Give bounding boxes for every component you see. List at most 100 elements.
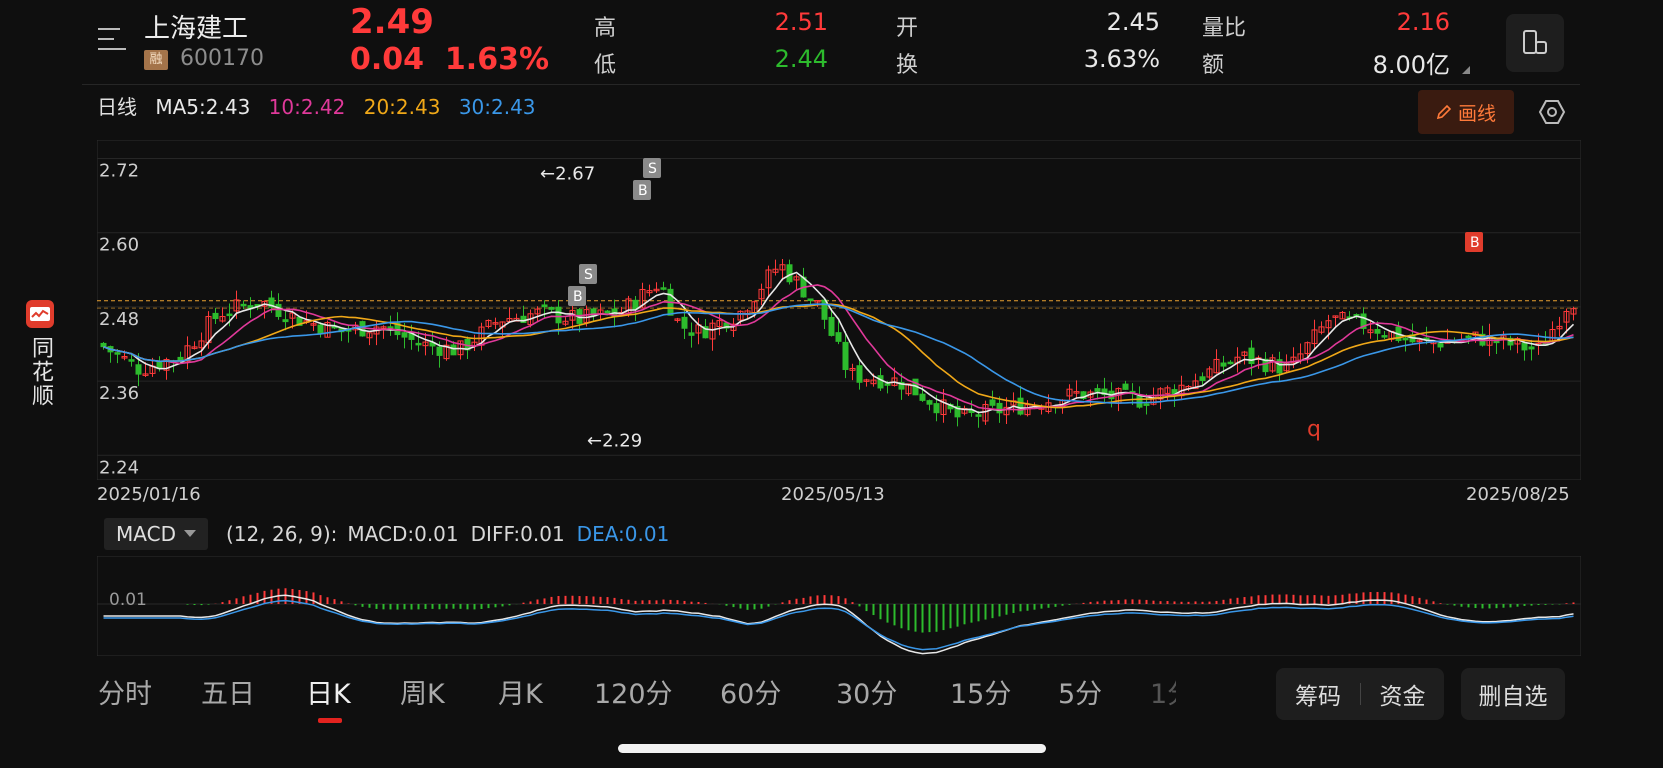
ths-logo-icon[interactable] — [26, 300, 54, 328]
dea-line — [103, 599, 1574, 651]
price-change: 0.04 1.63% — [350, 42, 549, 77]
quote-value-turnover: 3.63% — [1083, 45, 1160, 73]
y-tick-label: 2.48 — [99, 309, 139, 330]
candle-body — [401, 332, 408, 338]
quote-label-turnover: 换 — [896, 53, 919, 78]
landscape-toggle-button[interactable] — [1506, 14, 1564, 72]
candle-body — [989, 399, 996, 406]
tab-30min[interactable]: 30分 — [836, 672, 897, 711]
ma10-value: 10:2.42 — [268, 95, 346, 119]
y-tick-label: 2.24 — [99, 457, 139, 478]
candle-body — [1248, 347, 1255, 364]
draw-line-label: 画线 — [1457, 102, 1496, 125]
ma-legend: 日线 MA5:2.43 10:2.42 20:2.43 30:2.43 — [97, 91, 548, 120]
candle-body — [212, 312, 219, 320]
expand-corner-icon[interactable] — [1462, 66, 1470, 74]
candle-body — [786, 264, 793, 283]
candle-body — [1199, 376, 1206, 381]
candle-body — [541, 304, 548, 308]
tab-5min[interactable]: 5分 — [1058, 672, 1102, 711]
tab-five-day[interactable]: 五日 — [201, 672, 255, 711]
diff-value: DIFF:0.01 — [470, 522, 565, 546]
candle-body — [135, 364, 142, 375]
macd-params: (12, 26, 9): — [226, 522, 338, 546]
ma5-value: MA5:2.43 — [155, 95, 251, 119]
brand-name: 同花顺 — [28, 336, 53, 408]
rotate-phone-icon — [1523, 30, 1547, 54]
high-price-marker: ←2.67 — [540, 163, 595, 184]
tab-1min[interactable]: 1分 — [1150, 672, 1176, 711]
kline-period-label[interactable]: 日线 — [97, 95, 137, 119]
candle-body — [1143, 403, 1150, 406]
chart-settings-icon[interactable] — [1538, 98, 1566, 126]
candle-body — [884, 383, 891, 386]
candle-body — [856, 365, 863, 383]
quote-value-open: 2.45 — [1106, 8, 1160, 36]
quote-value-amount: 8.00亿 — [1372, 51, 1450, 79]
indicator-select-label: MACD — [116, 522, 176, 546]
low-price-marker: ←2.29 — [587, 431, 642, 452]
date-label-start: 2025/01/16 — [97, 484, 201, 505]
candle-body — [933, 403, 940, 414]
funds-button[interactable]: 资金 — [1361, 677, 1444, 711]
kline-chart[interactable]: 2.722.602.482.362.24 ←2.67←2.29SBSBBq — [97, 140, 1581, 480]
stock-name[interactable]: 上海建工 — [144, 8, 248, 45]
trade-signal-label: S — [648, 161, 657, 177]
ma20-value: 20:2.43 — [363, 95, 441, 119]
chips-button[interactable]: 筹码 — [1276, 677, 1360, 711]
tab-intraday[interactable]: 分时 — [98, 672, 152, 711]
draw-line-button[interactable]: 画线 — [1418, 90, 1514, 134]
quote-label-open: 开 — [896, 16, 919, 41]
candle-body — [240, 303, 247, 307]
quote-label-volume-ratio: 量比 — [1202, 16, 1247, 41]
candle-body — [177, 356, 184, 361]
macd-chart[interactable]: 0.01 — [97, 556, 1581, 656]
active-tab-indicator — [318, 718, 342, 723]
candle-body — [688, 332, 695, 336]
candle-body — [114, 352, 121, 355]
pencil-icon — [1436, 104, 1452, 120]
y-tick-label: 2.72 — [99, 161, 139, 182]
candle-body — [975, 414, 982, 417]
chips-funds-group: 筹码 资金 — [1276, 668, 1444, 720]
trade-signal-label: B — [1470, 235, 1480, 251]
tab-monthly-k[interactable]: 月K — [498, 672, 543, 711]
macd-value: MACD:0.01 — [347, 522, 459, 546]
candle-body — [681, 316, 688, 329]
ma30-value: 30:2.43 — [458, 95, 536, 119]
quote-label-high: 高 — [594, 16, 617, 41]
macd-zero-label: 0.01 — [109, 590, 147, 610]
trade-signal-label: B — [573, 289, 583, 305]
candle-body — [660, 287, 667, 290]
quote-label-amount: 额 — [1202, 53, 1225, 78]
candle-body — [1122, 383, 1129, 390]
candle-body — [275, 303, 282, 317]
candle-body — [226, 313, 233, 317]
quote-label-low: 低 — [594, 53, 617, 78]
candle-body — [1521, 342, 1528, 351]
candle-body — [996, 402, 1003, 414]
home-indicator[interactable] — [618, 744, 1046, 753]
candle-body — [632, 299, 639, 310]
remove-watchlist-button[interactable]: 删自选 — [1461, 668, 1565, 720]
tab-60min[interactable]: 60分 — [720, 672, 781, 711]
indicator-select[interactable]: MACD — [104, 518, 208, 550]
tab-daily-k[interactable]: 日K — [306, 672, 351, 711]
date-label-mid: 2025/05/13 — [781, 484, 885, 505]
candle-body — [1220, 362, 1227, 367]
candle-body — [1528, 346, 1535, 350]
candle-body — [1465, 335, 1472, 339]
tab-120min[interactable]: 120分 — [594, 672, 673, 711]
date-label-end: 2025/08/25 — [1466, 484, 1570, 505]
candle-body — [1381, 335, 1388, 338]
tab-weekly-k[interactable]: 周K — [400, 672, 445, 711]
candle-body — [1017, 397, 1024, 415]
menu-icon[interactable] — [98, 26, 128, 52]
tab-15min[interactable]: 15分 — [950, 672, 1011, 711]
candle-body — [604, 310, 611, 314]
candle-body — [100, 342, 107, 348]
y-tick-label: 2.60 — [99, 235, 139, 256]
quote-header: 上海建工 融 600170 2.49 0.04 1.63% 高 2.51 低 2… — [82, 0, 1580, 85]
change-abs: 0.04 — [350, 42, 425, 77]
candle-body — [128, 359, 135, 362]
